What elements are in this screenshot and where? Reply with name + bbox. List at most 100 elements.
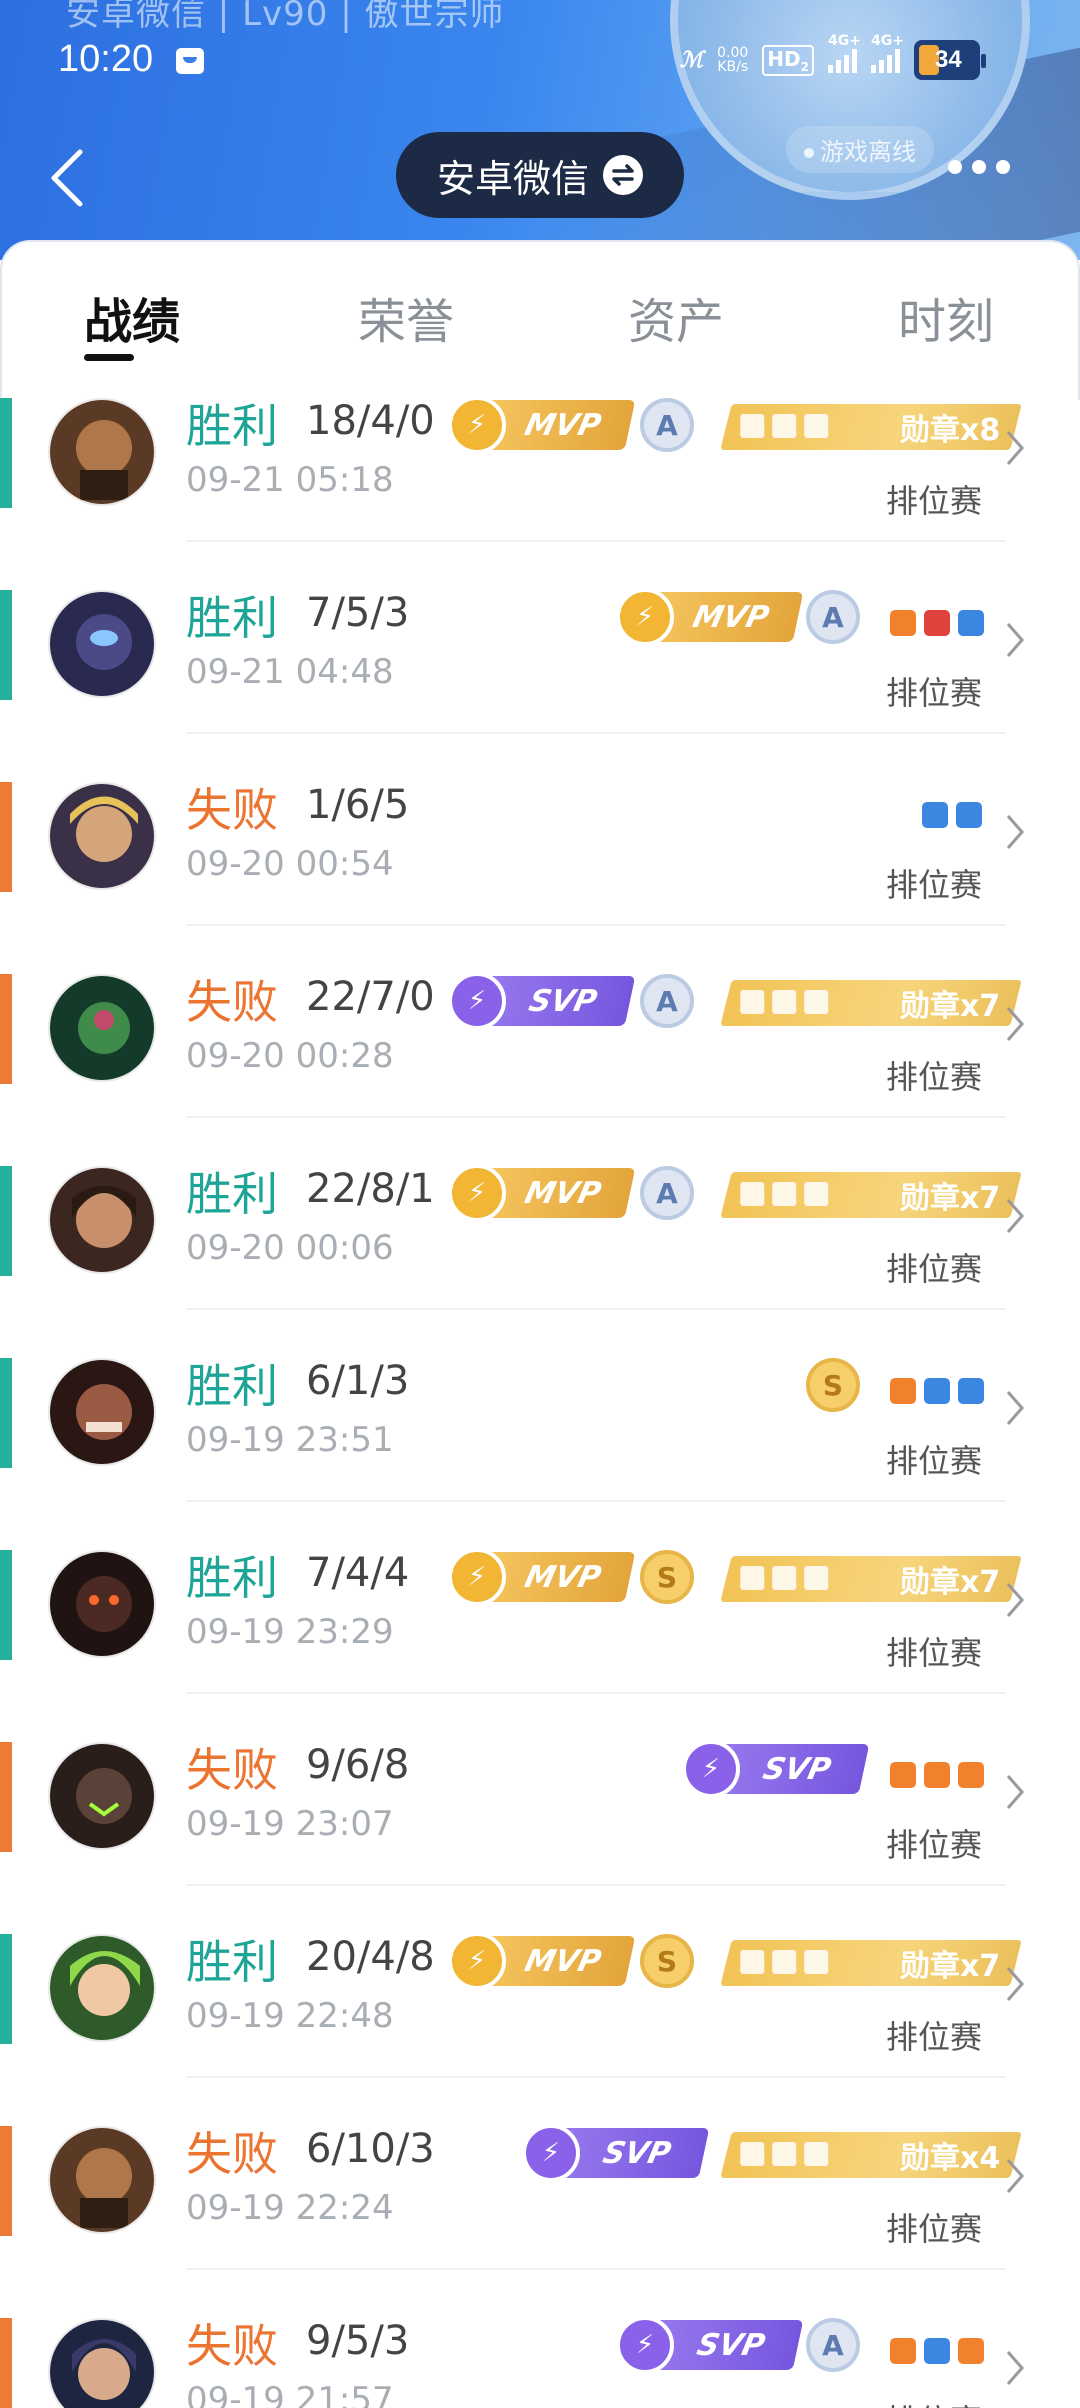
active-tab-indicator — [84, 354, 134, 361]
grade-badge: S — [640, 1934, 694, 1988]
message-notification-icon — [176, 48, 204, 74]
svp-badge: ⚡ SVP — [448, 972, 636, 1030]
hero-avatar — [48, 590, 156, 698]
medal-banner: 勋章x8 — [720, 404, 1022, 450]
achievement-icons — [890, 1378, 984, 1404]
account-switch-button[interactable]: 安卓微信 — [396, 132, 684, 218]
match-row[interactable]: 失败 22/7/0 09-20 00:28 ⚡ SVP A 勋章x7 排位赛 — [0, 972, 1080, 1166]
match-result: 失败 — [186, 2127, 278, 2181]
match-result: 胜利 — [186, 399, 278, 453]
row-divider — [186, 924, 1006, 926]
match-mode: 排位赛 — [886, 482, 983, 520]
result-indicator — [0, 782, 12, 892]
grade-badge: A — [806, 590, 860, 644]
match-row[interactable]: 胜利 22/8/1 09-20 00:06 ⚡ MVP A 勋章x7 排位赛 — [0, 1164, 1080, 1358]
result-indicator — [0, 590, 12, 700]
match-result: 失败 — [186, 2319, 278, 2373]
tab-moments[interactable]: 时刻 — [898, 282, 994, 352]
row-divider — [186, 1884, 1006, 1886]
hero-avatar — [48, 782, 156, 890]
row-divider — [186, 1692, 1006, 1694]
result-indicator — [0, 2318, 12, 2408]
chevron-right-icon — [1006, 1775, 1024, 1809]
match-row[interactable]: 失败 6/10/3 09-19 22:24 ⚡ SVP 勋章x4 排位赛 — [0, 2124, 1080, 2318]
match-row[interactable]: 失败 9/5/3 09-19 21:57 ⚡SVP A 排位赛 — [0, 2316, 1080, 2408]
match-row[interactable]: 失败 1/6/5 09-20 00:54 排位赛 — [0, 782, 1080, 974]
chevron-right-icon — [1006, 1199, 1024, 1233]
match-row[interactable]: 胜利 18/4/0 09-21 05:18 ⚡ MVP A 勋章x8 排位赛 — [0, 398, 1080, 590]
result-indicator — [0, 398, 12, 508]
achievement-icons — [890, 1762, 984, 1788]
hero-avatar — [48, 1358, 156, 1466]
match-result: 失败 — [186, 783, 278, 837]
chevron-right-icon — [1006, 2351, 1024, 2385]
hero-avatar — [48, 1166, 156, 1274]
result-indicator — [0, 1358, 12, 1468]
match-kda: 22/7/0 — [306, 974, 435, 1020]
mvp-badge: ⚡ MVP — [448, 1932, 636, 1990]
medal-banner: 勋章x7 — [720, 1172, 1022, 1218]
achievement-icons — [922, 802, 982, 828]
svp-badge: ⚡ SVP — [522, 2124, 710, 2182]
account-title: 安卓微信 — [436, 156, 589, 201]
hero-avatar — [48, 2318, 156, 2408]
match-row[interactable]: 胜利 20/4/8 09-19 22:48 ⚡ MVP S 勋章x7 排位赛 — [0, 1932, 1080, 2126]
grade-badge: S — [806, 1358, 860, 1412]
mvp-badge: ⚡ MVP — [448, 1164, 636, 1222]
medal-banner: 勋章x7 — [720, 1556, 1022, 1602]
tab-assets[interactable]: 资产 — [628, 282, 724, 352]
match-time: 09-19 22:24 — [186, 2188, 394, 2228]
signal-icon-2: 4G+ — [871, 33, 904, 73]
match-time: 09-19 21:57 — [186, 2380, 394, 2408]
tab-honor[interactable]: 荣誉 — [358, 282, 454, 352]
battery-icon: 34 — [914, 40, 986, 80]
match-result: 失败 — [186, 975, 278, 1029]
hero-avatar — [48, 1550, 156, 1658]
match-kda: 22/8/1 — [306, 1166, 435, 1212]
result-indicator — [0, 1934, 12, 2044]
match-row[interactable]: 失败 9/6/8 09-19 23:07 ⚡ SVP 排位赛 — [0, 1740, 1080, 1934]
grade-badge: A — [640, 974, 694, 1028]
player-info-faded: 安卓微信 | Lv90 | 傲世宗师 — [66, 0, 505, 34]
chevron-right-icon — [1006, 2159, 1024, 2193]
back-arrow-icon[interactable] — [46, 148, 86, 208]
match-list: 胜利 18/4/0 09-21 05:18 ⚡ MVP A 勋章x8 排位赛 胜利… — [0, 398, 1080, 2408]
status-time: 10:20 — [58, 38, 154, 80]
row-divider — [186, 732, 1006, 734]
result-indicator — [0, 974, 12, 1084]
match-row[interactable]: 胜利 7/4/4 09-19 23:29 ⚡ MVP S 勋章x7 排位赛 — [0, 1548, 1080, 1742]
match-mode: 排位赛 — [886, 1250, 983, 1288]
match-time: 09-19 23:29 — [186, 1612, 394, 1652]
row-divider — [186, 2076, 1006, 2078]
more-options-icon[interactable] — [948, 160, 1010, 174]
mvp-badge: ⚡ MVP — [448, 1548, 636, 1606]
match-time: 09-20 00:54 — [186, 844, 394, 884]
medal-banner: 勋章x7 — [720, 1940, 1022, 1986]
match-kda: 9/6/8 — [306, 1742, 410, 1788]
grade-badge: A — [640, 398, 694, 452]
match-mode: 排位赛 — [886, 1058, 983, 1096]
match-time: 09-21 04:48 — [186, 652, 394, 692]
chevron-right-icon — [1006, 1391, 1024, 1425]
row-divider — [186, 1500, 1006, 1502]
row-divider — [186, 2268, 1006, 2270]
achievement-icons — [890, 2338, 984, 2364]
match-row[interactable]: 胜利 6/1/3 09-19 23:51 S 排位赛 — [0, 1358, 1080, 1550]
match-row[interactable]: 胜利 7/5/3 09-21 04:48 ⚡ MVP A 排位赛 — [0, 588, 1080, 782]
row-divider — [186, 540, 1006, 542]
match-time: 09-19 22:48 — [186, 1996, 394, 2036]
status-icons: ℳ 0.00 KB/s HD2 4G+ 4G+ 34 — [680, 33, 986, 80]
hero-avatar — [48, 1934, 156, 2042]
mvp-badge: ⚡ MVP — [448, 398, 636, 454]
game-offline-status: 游戏离线 — [786, 126, 934, 173]
svp-badge: ⚡ SVP — [616, 2316, 804, 2374]
match-kda: 20/4/8 — [306, 1934, 435, 1980]
match-result: 胜利 — [186, 1551, 278, 1605]
signal-icon-1: 4G+ — [828, 33, 861, 73]
match-mode: 排位赛 — [886, 1442, 983, 1480]
hero-avatar — [48, 1742, 156, 1850]
net-speed: 0.00 KB/s — [717, 45, 749, 75]
tab-record[interactable]: 战绩 — [84, 282, 180, 352]
medal-banner: 勋章x4 — [720, 2132, 1022, 2178]
row-divider — [186, 1116, 1006, 1118]
